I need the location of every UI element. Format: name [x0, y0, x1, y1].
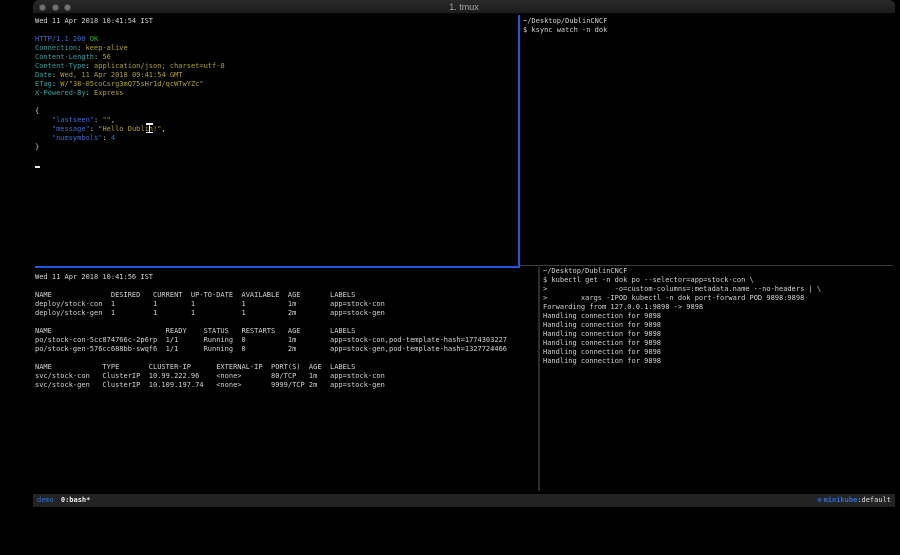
json-close-brace: } — [35, 143, 517, 152]
terminal-line: Forwarding from 127.0.0.1:9898 -> 9898 — [543, 303, 893, 312]
terminal-line: Handling connection for 9898 — [543, 330, 893, 339]
command-continuation-line: > -o=custom-columns=:metadata.name --no-… — [543, 285, 893, 294]
kubernetes-helm-icon: ⊛ — [817, 496, 821, 505]
header-name: ETag — [35, 80, 52, 88]
table-row: po/stock-con-5cc874766c-2p6rp 1/1 Runnin… — [35, 336, 537, 345]
json-key: "message" — [35, 125, 90, 133]
json-key: "lastseen" — [35, 116, 94, 124]
table-row: svc/stock-con ClusterIP 10.99.222.96 <no… — [35, 372, 537, 381]
header-value: W/"38-05coCsrg3mQ75sHr1d/qcWTwYZc" — [60, 80, 203, 88]
title-bar[interactable]: 1. tmux — [33, 0, 895, 14]
command-line: $ kubectl get -n dok po --selector=app=s… — [543, 276, 893, 285]
json-row: "lastseen": "", — [35, 116, 517, 125]
terminal-body: Wed 11 Apr 2018 10:41:54 IST HTTP/1.1 20… — [33, 15, 895, 513]
terminal-line: Wed 11 Apr 2018 10:41:56 IST — [35, 273, 537, 282]
http-status-code: HTTP/1.1 200 — [35, 35, 86, 43]
json-comma: , — [111, 116, 115, 124]
http-header-line: ETag: W/"38-05coCsrg3mQ75sHr1d/qcWTwYZc" — [35, 80, 517, 89]
window-tab[interactable]: 0:bash* — [61, 496, 91, 505]
table-row: deploy/stock-con 1 1 1 1 1m app=stock-co… — [35, 300, 537, 309]
cwd-line: ~/Desktop/DublinCNCF — [543, 267, 893, 276]
json-sep: : — [102, 134, 110, 142]
http-status-reason: OK — [86, 35, 99, 43]
pane-port-forward[interactable]: ~/Desktop/DublinCNCF $ kubectl get -n do… — [543, 267, 893, 366]
terminal-line: Handling connection for 9898 — [543, 348, 893, 357]
blank-line — [35, 26, 517, 35]
header-name: X-Powered-By — [35, 89, 86, 97]
session-name: demo — [37, 496, 54, 505]
http-header-line: Content-Type: application/json; charset=… — [35, 62, 517, 71]
pane-divider-vertical-top[interactable] — [518, 15, 520, 266]
terminal-line: Handling connection for 9898 — [543, 357, 893, 366]
window-title: 1. tmux — [33, 2, 895, 12]
table-row: svc/stock-gen ClusterIP 10.109.197.74 <n… — [35, 381, 537, 390]
terminal-line: Handling connection for 9898 — [543, 312, 893, 321]
pane-http-response[interactable]: Wed 11 Apr 2018 10:41:54 IST HTTP/1.1 20… — [35, 17, 517, 152]
header-sep: : — [86, 89, 94, 97]
http-status-line: HTTP/1.1 200 OK — [35, 35, 517, 44]
header-name: Content-Length — [35, 53, 94, 61]
http-header-line: Content-Length: 56 — [35, 53, 517, 62]
pane-divider-horizontal-active[interactable] — [35, 266, 520, 268]
terminal-line — [35, 282, 537, 291]
tmux-status-bar: demo 0:bash* ⊛ minikube :default — [33, 494, 895, 507]
terminal-line: Handling connection for 9898 — [543, 339, 893, 348]
kube-namespace: :default — [857, 496, 891, 505]
terminal-window: 1. tmux Wed 11 Apr 2018 10:41:54 IST HTT… — [33, 0, 895, 513]
header-sep: : — [86, 62, 94, 70]
kube-context: minikube — [824, 496, 858, 505]
table-header-row: NAME TYPE CLUSTER-IP EXTERNAL-IP PORT(S)… — [35, 363, 537, 372]
header-value: 56 — [102, 53, 110, 61]
cwd-line: ~/Desktop/DublinCNCF — [523, 17, 893, 26]
header-value: keep-alive — [86, 44, 128, 52]
table-row: po/stock-gen-576cc688bb-swqf6 1/1 Runnin… — [35, 345, 537, 354]
json-row: "message": "Hello Dublin!", — [35, 125, 517, 134]
json-value: 4 — [111, 134, 115, 142]
header-name: Date — [35, 71, 52, 79]
json-comma: , — [161, 125, 165, 133]
ibeam-cursor-icon — [146, 123, 153, 133]
header-value: application/json; charset=utf-8 — [94, 62, 225, 70]
terminal-line: Handling connection for 9898 — [543, 321, 893, 330]
header-value: Express — [94, 89, 124, 97]
header-value: Wed, 11 Apr 2018 09:41:54 GMT — [60, 71, 182, 79]
terminal-cursor — [35, 166, 40, 168]
table-row: deploy/stock-gen 1 1 1 1 2m app=stock-ge… — [35, 309, 537, 318]
header-name: Connection — [35, 44, 77, 52]
pane-divider-horizontal[interactable] — [520, 265, 893, 266]
header-sep: : — [77, 44, 85, 52]
pane-kubectl-get[interactable]: Wed 11 Apr 2018 10:41:56 IST NAME DESIRE… — [35, 273, 537, 390]
pane-ksync[interactable]: ~/Desktop/DublinCNCF $ ksync watch -n do… — [523, 17, 893, 35]
blank-line — [35, 98, 517, 107]
terminal-line — [35, 318, 537, 327]
json-key: "numsymbols" — [35, 134, 102, 142]
json-value: "" — [102, 116, 110, 124]
table-header-row: NAME READY STATUS RESTARTS AGE LABELS — [35, 327, 537, 336]
status-right: ⊛ minikube :default — [817, 496, 891, 505]
terminal-line — [35, 354, 537, 363]
http-header-line: Connection: keep-alive — [35, 44, 517, 53]
pane-divider-vertical-bottom[interactable] — [538, 267, 540, 491]
timestamp-line: Wed 11 Apr 2018 10:41:54 IST — [35, 17, 517, 26]
json-sep: : — [90, 125, 98, 133]
json-open-brace: { — [35, 107, 517, 116]
command-line: $ ksync watch -n dok — [523, 26, 893, 35]
json-row: "numsymbols": 4 — [35, 134, 517, 143]
http-header-line: Date: Wed, 11 Apr 2018 09:41:54 GMT — [35, 71, 517, 80]
command-continuation-line: > xargs -IPOD kubectl -n dok port-forwar… — [543, 294, 893, 303]
table-header-row: NAME DESIRED CURRENT UP-TO-DATE AVAILABL… — [35, 291, 537, 300]
http-header-line: X-Powered-By: Express — [35, 89, 517, 98]
header-name: Content-Type — [35, 62, 86, 70]
